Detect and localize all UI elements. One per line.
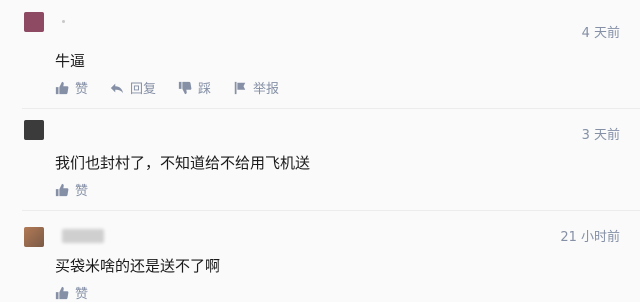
- thumbs-up-icon: [55, 286, 69, 299]
- avatar[interactable]: [24, 120, 44, 140]
- dislike-button[interactable]: 踩: [178, 78, 211, 97]
- like-label: 赞: [75, 287, 89, 302]
- username-redacted[interactable]: [62, 20, 65, 23]
- comment-text: 我们也封村了，不知道给不给用飞机送: [55, 154, 311, 172]
- username-redacted[interactable]: [62, 229, 104, 243]
- like-button[interactable]: 赞: [55, 283, 88, 302]
- comment-text: 牛逼: [55, 52, 86, 70]
- reply-arrow-icon: [110, 83, 124, 93]
- report-button[interactable]: 举报: [233, 78, 279, 97]
- comment-divider: [22, 210, 640, 211]
- thumbs-up-icon: [55, 183, 69, 196]
- dislike-label: 踩: [198, 82, 212, 97]
- report-label: 举报: [253, 82, 280, 97]
- comment-actions: 赞: [55, 283, 110, 302]
- thumbs-up-icon: [55, 81, 69, 94]
- avatar[interactable]: [24, 12, 44, 32]
- reply-label: 回复: [130, 82, 157, 97]
- like-button[interactable]: 赞: [55, 180, 88, 199]
- avatar[interactable]: [24, 227, 44, 247]
- reply-button[interactable]: 回复: [110, 78, 156, 97]
- comment-actions: 赞: [55, 180, 110, 199]
- comment-divider: [22, 108, 640, 109]
- comment-time: 3 天前: [581, 128, 620, 143]
- like-button[interactable]: 赞: [55, 78, 88, 97]
- comment-time: 4 天前: [581, 26, 620, 41]
- thumbs-down-icon: [178, 81, 192, 94]
- comment-time: 21 小时前: [560, 230, 620, 245]
- like-label: 赞: [75, 82, 89, 97]
- comment-actions: 赞 回复 踩 举报: [55, 78, 301, 97]
- comment-text: 买袋米啥的还是送不了啊: [55, 257, 221, 275]
- flag-icon: [234, 81, 246, 94]
- like-label: 赞: [75, 184, 89, 199]
